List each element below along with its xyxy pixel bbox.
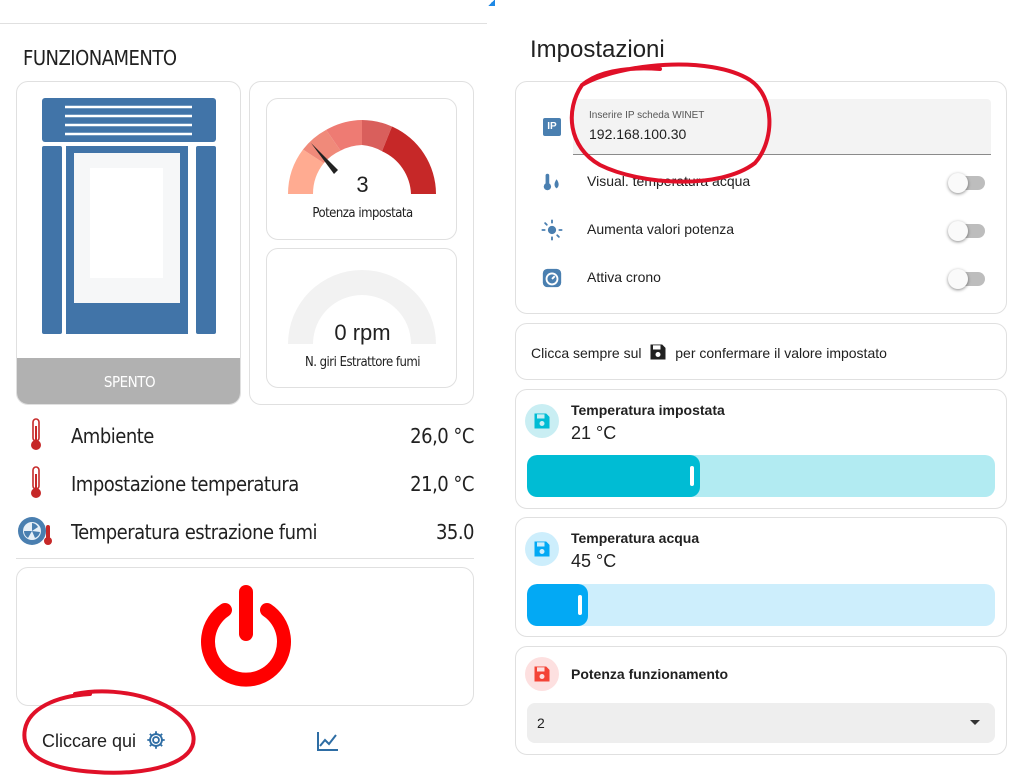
- sensor-row-fumi[interactable]: Temperatura estrazione fumi 35.0: [16, 512, 475, 552]
- info-text-before: Clicca sempre sul: [531, 345, 642, 361]
- settings-card: IP Inserire IP scheda WINET 192.168.100.…: [515, 81, 1007, 314]
- sensor-row-impostazione[interactable]: Impostazione temperatura 21,0 °C: [16, 464, 474, 504]
- stove-illustration: [42, 98, 216, 334]
- temp-setting-value: 21 °C: [571, 423, 617, 443]
- sensor-divider: [16, 558, 474, 559]
- temp-setting-slider[interactable]: [527, 455, 995, 497]
- right-panel-title: Impostazioni: [530, 36, 665, 63]
- top-divider: [0, 23, 487, 24]
- ip-field[interactable]: Inserire IP scheda WINET 192.168.100.30: [573, 99, 991, 155]
- right-panel: Impostazioni IP Inserire IP scheda WINET…: [495, 0, 1013, 778]
- left-panel-title: FUNZIONAMENTO: [23, 46, 177, 70]
- rpm-gauge-label: N. giri Estrattore fumi: [304, 355, 421, 370]
- sensor-label: Impostazione temperatura: [71, 472, 299, 496]
- floppy-icon: [650, 344, 666, 360]
- corner-mark: [487, 0, 495, 6]
- temp-setting-card: Temperatura impostata 21 °C: [515, 389, 1007, 509]
- toggle-increase-power[interactable]: [948, 221, 985, 241]
- sensor-row-ambiente[interactable]: Ambiente 26,0 °C: [16, 416, 474, 456]
- water-setting-value: 45 °C: [571, 551, 617, 571]
- water-setting-card: Temperatura acqua 45 °C: [515, 517, 1007, 637]
- temp-setting-label: Temperatura impostata: [571, 402, 725, 418]
- power-button-card[interactable]: [16, 567, 474, 706]
- stove-card[interactable]: SPENTO: [16, 81, 241, 405]
- sensor-label: Ambiente: [71, 424, 154, 448]
- timer-icon: [542, 268, 562, 288]
- sensor-value: 21,0 °C: [410, 472, 474, 496]
- toggle-water-temp[interactable]: [948, 173, 985, 193]
- stove-status: SPENTO: [17, 358, 240, 404]
- power-gauge-label: Potenza impostata: [312, 206, 413, 221]
- ip-field-label: Inserire IP scheda WINET: [589, 110, 705, 121]
- sun-gear-icon: [541, 219, 563, 241]
- thermometer-icon: [31, 418, 41, 450]
- info-text: Clicca sempre sul per confermare il valo…: [531, 342, 887, 362]
- chevron-down-icon: [970, 720, 980, 725]
- water-thermometer-icon: [543, 173, 559, 191]
- ip-icon: IP: [543, 118, 561, 136]
- slider-fill: [527, 455, 700, 497]
- rpm-gauge-card[interactable]: 0 rpm N. giri Estrattore fumi: [266, 248, 457, 388]
- ip-field-value: 192.168.100.30: [589, 126, 687, 142]
- info-card: Clicca sempre sul per confermare il valo…: [515, 323, 1007, 380]
- floppy-icon: [525, 532, 559, 566]
- water-setting-slider[interactable]: [527, 584, 995, 626]
- power-gauge-card[interactable]: 3 Potenza impostata: [266, 98, 457, 240]
- toggle-label: Visual. temperatura acqua: [587, 173, 751, 189]
- toggle-crono[interactable]: [948, 269, 985, 289]
- slider-handle[interactable]: [578, 595, 582, 615]
- rpm-gauge-value: 0 rpm: [334, 320, 391, 345]
- floppy-icon: [525, 657, 559, 691]
- power-setting-card: Potenza funzionamento 2: [515, 646, 1007, 755]
- toggle-label: Aumenta valori potenza: [587, 221, 735, 237]
- info-text-after: per confermare il valore impostato: [675, 345, 887, 361]
- toggle-label: Attiva crono: [587, 269, 661, 285]
- power-select-value: 2: [537, 715, 545, 731]
- power-select[interactable]: 2: [527, 703, 995, 743]
- floppy-icon: [525, 404, 559, 438]
- gear-icon[interactable]: [145, 729, 167, 751]
- fan-thermometer-icon: [18, 517, 52, 545]
- sensor-value: 35.0: [435, 520, 475, 544]
- sensor-label: Temperatura estrazione fumi: [71, 520, 318, 544]
- thermometer-icon: [31, 466, 41, 498]
- settings-link[interactable]: Cliccare qui: [42, 727, 167, 755]
- settings-link-label: Cliccare qui: [42, 731, 137, 751]
- left-panel: FUNZIONAMENTO SPENTO 3 Potenza impostata…: [0, 0, 487, 778]
- power-icon[interactable]: [191, 582, 301, 692]
- slider-handle[interactable]: [690, 466, 694, 486]
- power-gauge-value: 3: [356, 172, 369, 197]
- sensor-value: 26,0 °C: [410, 424, 474, 448]
- power-setting-label: Potenza funzionamento: [571, 666, 729, 682]
- water-setting-label: Temperatura acqua: [571, 530, 700, 546]
- chart-line-icon[interactable]: [316, 730, 340, 752]
